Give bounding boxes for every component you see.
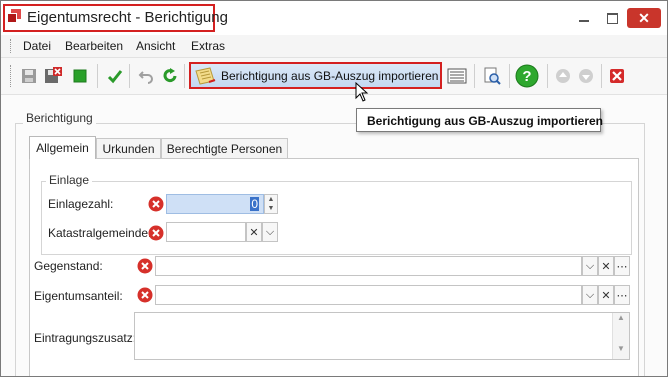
save-close-button[interactable] (43, 66, 63, 86)
gegenstand-clear-button[interactable]: ✕ (598, 256, 614, 276)
undo-icon (138, 71, 153, 84)
close-icon: ✕ (638, 9, 650, 26)
gegenstand-dropdown-button[interactable]: ⌵ (582, 256, 598, 276)
more-icon: ⋯ (616, 260, 628, 273)
menu-grip[interactable] (10, 39, 13, 53)
toolbar-separator (474, 64, 475, 88)
maximize-button[interactable] (599, 8, 625, 28)
spin-up-icon[interactable]: ▲ (265, 195, 277, 204)
chevron-down-icon: ⌵ (585, 259, 595, 272)
toolbar-separator (184, 64, 185, 88)
grid-button[interactable] (447, 66, 467, 86)
check-icon (107, 70, 123, 84)
window-title: Eigentumsrecht - Berichtigung (27, 9, 228, 26)
gegenstand-more-button[interactable]: ⋯ (614, 256, 630, 276)
menu-ansicht[interactable]: Ansicht (136, 39, 175, 53)
down-icon (579, 69, 593, 83)
chevron-down-icon: ⌵ (585, 288, 595, 301)
refresh-button[interactable] (160, 66, 180, 86)
save-close-icon (45, 67, 62, 83)
maximize-icon (606, 12, 618, 24)
import-button-label: Berichtigung aus GB-Auszug importieren (221, 69, 439, 83)
gegenstand-label: Gegenstand: (34, 259, 103, 273)
toolbar-separator (509, 64, 510, 88)
error-icon (137, 287, 153, 303)
undo-button[interactable] (136, 66, 156, 86)
katastralgemeinde-clear-button[interactable]: ✕ (246, 222, 262, 242)
toolbar-separator (97, 64, 98, 88)
grid-icon (447, 68, 467, 84)
error-icon (137, 258, 153, 274)
toolbar: Berichtigung aus GB-Auszug importieren ? (1, 58, 667, 95)
delete-icon (610, 69, 624, 83)
menu-extras[interactable]: Extras (191, 39, 225, 53)
eintragungszusatz-label: Eintragungszusatz: (34, 331, 137, 345)
spin-down-icon[interactable]: ▼ (265, 204, 277, 213)
gegenstand-input[interactable] (155, 256, 582, 276)
katastralgemeinde-label: Katastralgemeinde: (48, 226, 152, 240)
close-window-button[interactable]: ✕ (627, 8, 661, 28)
eigentumsanteil-input[interactable] (155, 285, 582, 305)
application-window: Eigentumsrecht - Berichtigung ✕ Datei Be… (0, 0, 668, 377)
eigentumsanteil-clear-button[interactable]: ✕ (598, 285, 614, 305)
more-icon: ⋯ (616, 289, 628, 302)
einlagezahl-label: Einlagezahl: (48, 197, 114, 211)
scroll-down-icon[interactable]: ▼ (613, 344, 629, 353)
katastralgemeinde-dropdown-button[interactable]: ⌵ (262, 222, 278, 242)
tab-urkunden[interactable]: Urkunden (96, 138, 161, 158)
delete-button[interactable] (607, 66, 627, 86)
help-icon: ? (515, 64, 539, 88)
minimize-button[interactable] (571, 8, 597, 28)
preview-button[interactable] (482, 66, 502, 86)
menu-datei[interactable]: Datei (23, 39, 51, 53)
toolbar-grip[interactable] (10, 65, 13, 87)
error-icon (148, 225, 164, 241)
error-icon (148, 196, 164, 212)
chevron-down-icon: ⌵ (265, 225, 275, 238)
clear-icon: ✕ (601, 260, 611, 273)
menu-bearbeiten[interactable]: Bearbeiten (65, 39, 123, 53)
app-icon (7, 9, 21, 23)
eigentumsanteil-more-button[interactable]: ⋯ (614, 285, 630, 305)
stop-button[interactable] (70, 66, 90, 86)
toolbar-separator (601, 64, 602, 88)
import-tooltip: Berichtigung aus GB-Auszug importieren (356, 108, 604, 132)
menu-bar: Datei Bearbeiten Ansicht Extras (1, 35, 667, 58)
minimize-icon (579, 20, 589, 22)
einlagezahl-value: 0 (250, 197, 259, 211)
mouse-cursor-icon (355, 82, 369, 102)
tooltip-text: Berichtigung aus GB-Auszug importieren (367, 114, 604, 128)
einlage-group-title: Einlage (46, 173, 93, 187)
up-icon (556, 69, 570, 83)
toolbar-separator (547, 64, 548, 88)
save-icon (22, 69, 36, 83)
save-button[interactable] (19, 66, 39, 86)
einlagezahl-input[interactable]: 0 (166, 194, 264, 214)
eintragungszusatz-textarea[interactable]: ▲ ▼ (134, 312, 630, 360)
move-down-button[interactable] (576, 66, 596, 86)
clear-icon: ✕ (249, 226, 259, 239)
svg-text:?: ? (522, 68, 531, 85)
tab-allgemein[interactable]: Allgemein (29, 136, 96, 159)
clear-icon: ✕ (601, 289, 611, 302)
tab-berechtigte-personen[interactable]: Berechtigte Personen (161, 138, 288, 158)
einlage-group (41, 181, 632, 255)
preview-icon (484, 67, 501, 85)
eigentumsanteil-label: Eigentumsanteil: (34, 289, 123, 303)
confirm-button[interactable] (105, 66, 125, 86)
katastralgemeinde-input[interactable] (166, 222, 246, 242)
import-icon (195, 67, 216, 85)
import-berichtigung-button[interactable]: Berichtigung aus GB-Auszug importieren (189, 62, 442, 89)
refresh-icon (163, 68, 177, 83)
eigentumsanteil-dropdown-button[interactable]: ⌵ (582, 285, 598, 305)
move-up-button[interactable] (553, 66, 573, 86)
textarea-scrollbar[interactable]: ▲ ▼ (612, 313, 629, 359)
stop-icon (73, 69, 87, 83)
toolbar-separator (129, 64, 130, 88)
berichtigung-group-title: Berichtigung (23, 111, 96, 125)
einlagezahl-spinner[interactable]: ▲ ▼ (264, 194, 278, 214)
scroll-up-icon[interactable]: ▲ (613, 313, 629, 322)
title-bar: Eigentumsrecht - Berichtigung ✕ (1, 1, 667, 35)
help-button[interactable]: ? (515, 64, 539, 88)
